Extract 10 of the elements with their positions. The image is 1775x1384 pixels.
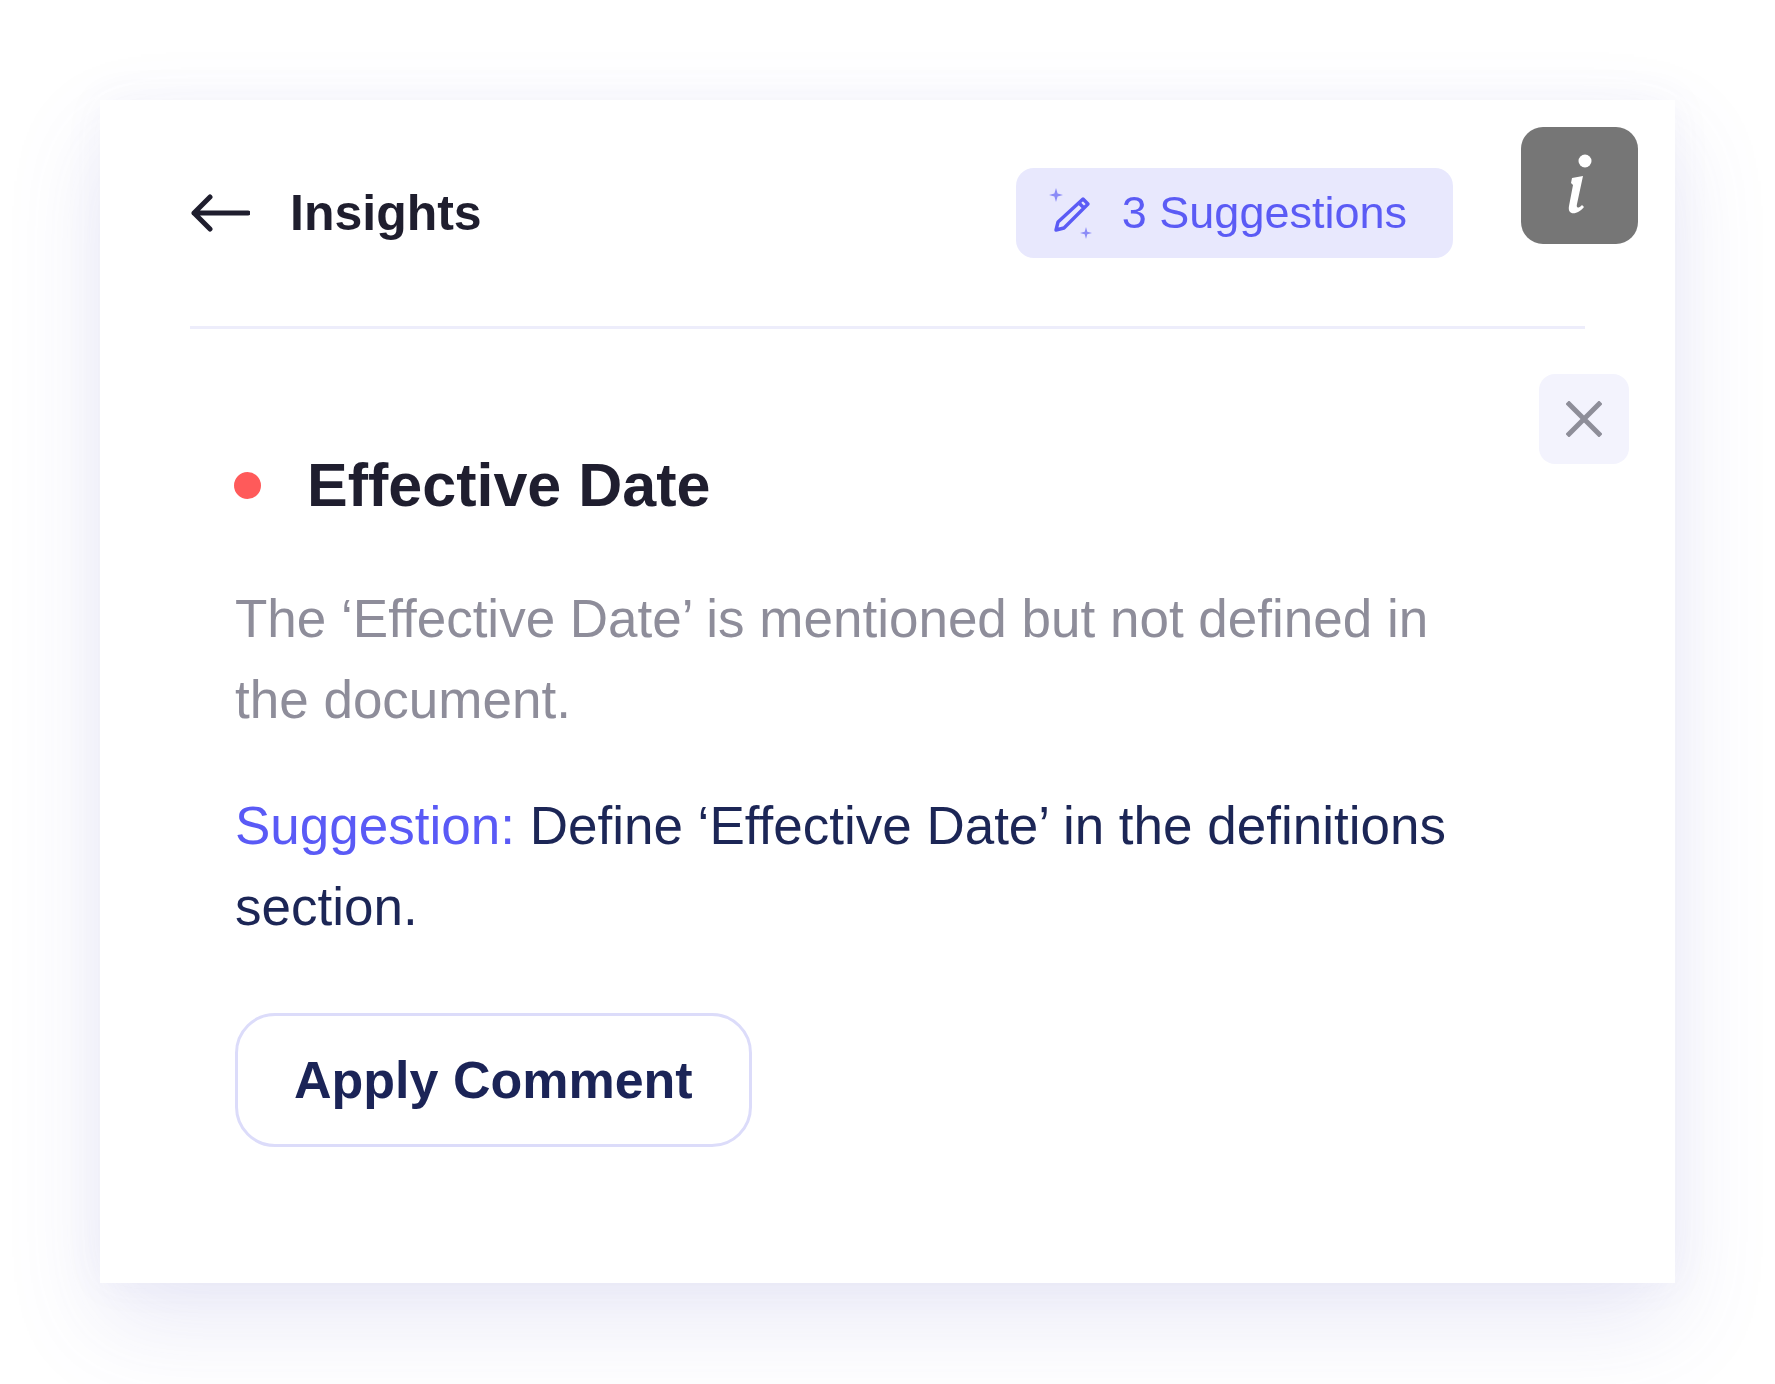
insight-title: Effective Date bbox=[307, 450, 711, 521]
suggestion-text: Suggestion: Define ‘Effective Date’ in the definitions section. bbox=[235, 795, 1447, 938]
info-button[interactable] bbox=[1521, 127, 1638, 244]
close-icon bbox=[1566, 401, 1602, 437]
suggestions-button[interactable]: 3 Suggestions bbox=[1015, 168, 1453, 258]
panel-title: Insights bbox=[290, 184, 482, 243]
apply-comment-button[interactable]: Apply Comment bbox=[235, 1013, 752, 1147]
arrow-left-icon[interactable] bbox=[190, 194, 250, 232]
close-button[interactable] bbox=[1539, 374, 1629, 464]
insight-description: The ‘Effective Date’ is mentioned but not defined in the document. bbox=[235, 588, 1430, 731]
